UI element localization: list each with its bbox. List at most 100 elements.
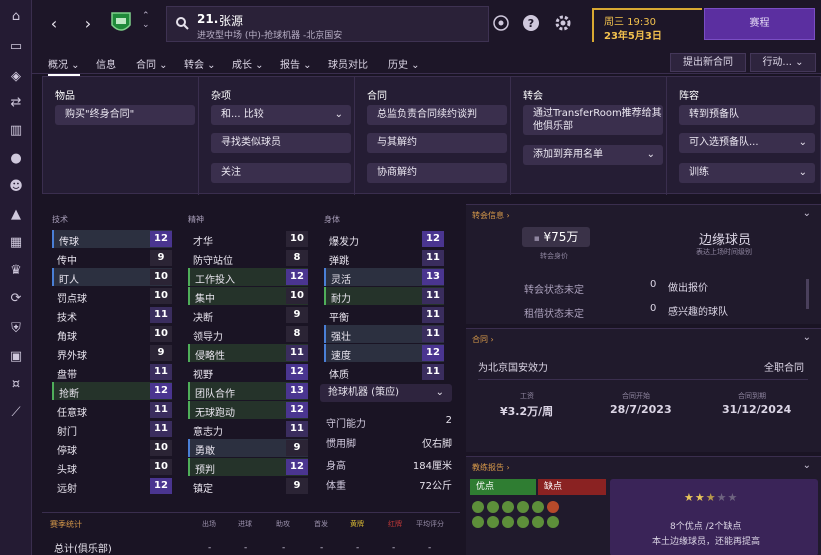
technical-heading: 技术 — [52, 215, 68, 224]
tab-reports[interactable]: 报告 ⌄ — [280, 56, 312, 71]
physical-heading: 身体 — [324, 215, 340, 224]
attribute-row: 决断 9 — [188, 306, 308, 324]
buy-lifetime-contract-button[interactable]: 购买"终身合同" — [55, 105, 195, 125]
attribute-row: 集中 10 — [188, 287, 308, 305]
attribute-row: 平衡 11 — [324, 306, 444, 324]
calendar-icon[interactable]: ▦ — [8, 236, 24, 250]
attribute-value: 13 — [422, 269, 444, 285]
attribute-name: 平衡 — [329, 313, 349, 324]
shield-icon[interactable]: ⛨ — [8, 322, 24, 336]
chevron-down-icon[interactable]: ⌄ — [803, 332, 811, 343]
strength-icon[interactable] — [502, 516, 514, 528]
forward-arrow-icon[interactable]: › — [80, 14, 96, 34]
tab-development[interactable]: 成长 ⌄ — [232, 56, 264, 71]
stat-value: - — [282, 543, 286, 553]
find-similar-button[interactable]: 寻找类似球员 — [211, 133, 351, 153]
tactics-icon[interactable]: ⇄ — [8, 96, 24, 110]
training-button[interactable]: 训练 ⌄ — [679, 163, 815, 183]
season-row-label: 总计(俱乐部) — [54, 544, 112, 555]
mutual-termination-button[interactable]: 协商解约 — [367, 163, 507, 183]
training-icon[interactable]: ▲ — [8, 208, 24, 222]
strength-icon[interactable] — [547, 516, 559, 528]
attribute-name: 技术 — [57, 313, 77, 324]
tab-contract[interactable]: 合同 ⌄ — [136, 56, 168, 71]
attribute-name: 强壮 — [331, 332, 351, 343]
finance-icon[interactable]: ¤ — [8, 378, 24, 392]
new-contract-button[interactable]: 提出新合同 — [670, 53, 746, 72]
trend-icon[interactable]: ⟋ — [8, 406, 24, 420]
role-select[interactable]: 抢球机器 (策应) ⌄ — [320, 384, 452, 402]
stat-value: - — [392, 543, 396, 553]
attribute-value: 11 — [422, 288, 444, 304]
attribute-value: 11 — [422, 326, 444, 342]
chevron-down-icon[interactable]: ⌄ — [803, 460, 811, 471]
strength-icon[interactable] — [502, 501, 514, 513]
info-row: 身高 184厘米 — [326, 461, 452, 472]
tab-transfer[interactable]: 转会 ⌄ — [184, 56, 216, 71]
stats-icon[interactable]: ▥ — [8, 124, 24, 138]
contract-type: 全职合同 — [764, 363, 804, 374]
player-subtitle: 进攻型中场 (中)-抢球机器 -北京国安 — [197, 31, 343, 41]
chevron-stack-icon[interactable]: ⌃ ⌄ — [142, 12, 150, 30]
pros-cons-summary: 8个优点 /2个缺点 — [670, 522, 742, 532]
attribute-name: 领导力 — [193, 332, 223, 343]
transferroom-button[interactable]: 通过TransferRoom推荐给其他俱乐部 — [523, 105, 663, 135]
ball-icon[interactable]: ● — [8, 152, 24, 166]
season-stats-title[interactable]: 赛季统计 — [50, 519, 82, 530]
player-name: 张源 — [219, 14, 244, 28]
strength-icon[interactable] — [487, 501, 499, 513]
info-row: 体重 72公斤 — [326, 481, 452, 492]
attribute-row: 才华 10 — [188, 230, 308, 248]
follow-button[interactable]: 关注 — [211, 163, 351, 183]
attribute-value: 12 — [422, 345, 444, 361]
strength-icon[interactable] — [517, 516, 529, 528]
tab-history[interactable]: 历史 ⌄ — [388, 56, 420, 71]
date-time: 周三 19:30 — [604, 17, 656, 28]
briefcase-icon[interactable]: ▣ — [8, 350, 24, 364]
add-to-discard-list-button[interactable]: 添加到弃用名单 ⌄ — [523, 145, 663, 165]
trophy-icon[interactable]: ♛ — [8, 264, 24, 278]
attribute-row: 灵活 13 — [324, 268, 444, 286]
tab-overview[interactable]: 概况 ⌄ — [48, 56, 80, 76]
coach-report-title[interactable]: 教练报告 › — [472, 462, 510, 473]
shirt-icon[interactable]: ◈ — [8, 70, 24, 84]
strength-icon[interactable] — [532, 501, 544, 513]
club-badge-icon[interactable] — [110, 11, 132, 35]
strength-icon[interactable] — [487, 516, 499, 528]
available-reserves-button[interactable]: 可入选预备队... ⌄ — [679, 133, 815, 153]
continue-button[interactable]: 赛程 — [704, 8, 815, 40]
tab-info[interactable]: 信息 — [96, 56, 116, 71]
attribute-value: 12 — [150, 231, 172, 247]
attribute-name: 头球 — [57, 465, 77, 476]
weakness-icon[interactable] — [547, 501, 559, 513]
scrollbar[interactable] — [806, 279, 809, 309]
help-icon[interactable]: ? — [522, 14, 540, 32]
settings-gear-icon[interactable] — [554, 14, 572, 32]
transfer-info-title[interactable]: 转会信息 › — [472, 210, 510, 221]
divider — [478, 379, 808, 380]
attribute-name: 侵略性 — [195, 351, 225, 362]
director-negotiate-button[interactable]: 总监负责合同续约谈判 — [367, 105, 507, 125]
attribute-value: 8 — [286, 326, 308, 342]
terminate-contract-button[interactable]: 与其解约 — [367, 133, 507, 153]
attribute-row: 射门 11 — [52, 420, 172, 438]
inbox-icon[interactable]: ▭ — [8, 40, 24, 54]
staff-icon[interactable]: ☻ — [8, 180, 24, 194]
strength-icon[interactable] — [472, 501, 484, 513]
move-to-reserves-button[interactable]: 转到预备队 — [679, 105, 815, 125]
strength-icon[interactable] — [532, 516, 544, 528]
strength-icon[interactable] — [472, 516, 484, 528]
attribute-name: 决断 — [193, 313, 213, 324]
fifa-icon[interactable] — [492, 14, 510, 32]
tab-compare[interactable]: 球员对比 — [328, 56, 368, 71]
attribute-value: 12 — [286, 402, 308, 418]
back-arrow-icon[interactable]: ‹ — [46, 14, 62, 34]
player-search-box[interactable]: 21. 张源 进攻型中场 (中)-抢球机器 -北京国安 — [166, 6, 489, 42]
transfer-icon[interactable]: ⟳ — [8, 292, 24, 306]
compare-button[interactable]: 和... 比较 ⌄ — [211, 105, 351, 125]
chevron-down-icon[interactable]: ⌄ — [803, 208, 811, 219]
strength-icon[interactable] — [517, 501, 529, 513]
home-icon[interactable]: ⌂ — [8, 10, 24, 24]
contract-title[interactable]: 合同 › — [472, 334, 494, 345]
actions-button[interactable]: 行动... ⌄ — [750, 53, 816, 72]
